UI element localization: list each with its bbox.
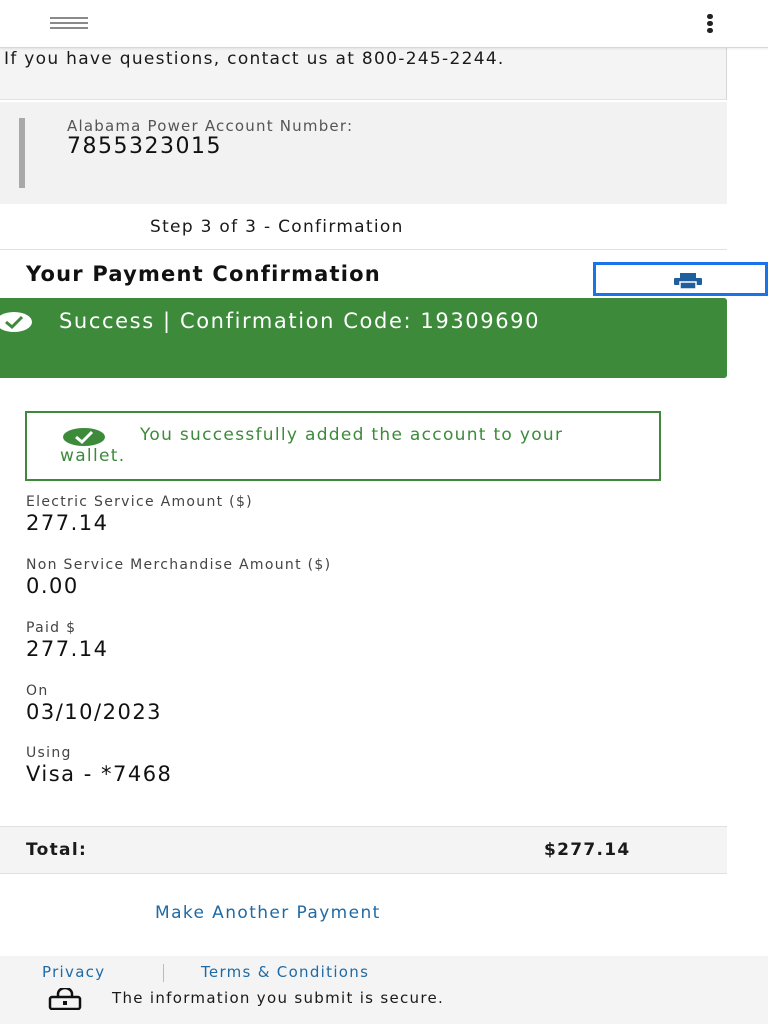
confirmation-code-text: Success | Confirmation Code: 19309690 (59, 309, 541, 333)
account-number-label: Alabama Power Account Number: (67, 117, 354, 135)
account-accent-bar (19, 118, 25, 188)
make-another-payment-link[interactable]: Make Another Payment (155, 903, 381, 923)
merchandise-amount-label: Non Service Merchandise Amount ($) (26, 557, 332, 573)
total-value: $277.14 (544, 840, 631, 860)
page-title: Your Payment Confirmation (26, 262, 381, 286)
footer: Privacy Terms & Conditions The informati… (0, 956, 768, 1024)
paid-label: Paid $ (26, 620, 77, 636)
payment-date-label: On (26, 683, 49, 699)
electric-amount-label: Electric Service Amount ($) (26, 494, 253, 510)
wallet-message-text: You successfully added the account to yo… (60, 425, 564, 466)
paid-field: Paid $ 277.14 (26, 620, 108, 661)
electric-amount-field: Electric Service Amount ($) 277.14 (26, 494, 253, 535)
total-label: Total: (26, 840, 88, 860)
step-indicator: Step 3 of 3 - Confirmation (0, 204, 727, 250)
hamburger-menu-icon[interactable] (50, 17, 88, 31)
terms-link[interactable]: Terms & Conditions (201, 963, 369, 981)
print-icon (674, 273, 702, 289)
top-bar (0, 0, 768, 48)
privacy-link[interactable]: Privacy (42, 963, 105, 981)
total-row: Total: $277.14 (0, 826, 727, 874)
payment-method-value: Visa - *7468 (26, 762, 173, 786)
payment-date-field: On 03/10/2023 (26, 683, 162, 724)
secure-notice: The information you submit is secure. (112, 989, 445, 1007)
contact-text: If you have questions, contact us at 800… (4, 49, 505, 69)
footer-divider (163, 964, 164, 982)
electric-amount-value: 277.14 (26, 511, 109, 535)
merchandise-amount-value: 0.00 (26, 574, 79, 598)
payment-date-value: 03/10/2023 (26, 700, 163, 724)
print-button[interactable] (593, 262, 768, 296)
account-panel: Alabama Power Account Number: 7855323015 (0, 102, 727, 204)
merchandise-amount-field: Non Service Merchandise Amount ($) 0.00 (26, 557, 331, 598)
account-number-value: 7855323015 (67, 134, 222, 159)
lock-icon (48, 988, 82, 1010)
step-text: Step 3 of 3 - Confirmation (150, 217, 404, 237)
paid-value: 277.14 (26, 637, 109, 661)
check-circle-icon (0, 312, 32, 332)
wallet-success-message: You successfully added the account to yo… (25, 411, 661, 481)
payment-method-field: Using Visa - *7468 (26, 745, 172, 786)
payment-method-label: Using (26, 745, 72, 761)
contact-info-panel: If you have questions, contact us at 800… (0, 48, 727, 100)
more-vertical-icon[interactable] (700, 14, 720, 36)
success-banner: Success | Confirmation Code: 19309690 (0, 298, 727, 378)
